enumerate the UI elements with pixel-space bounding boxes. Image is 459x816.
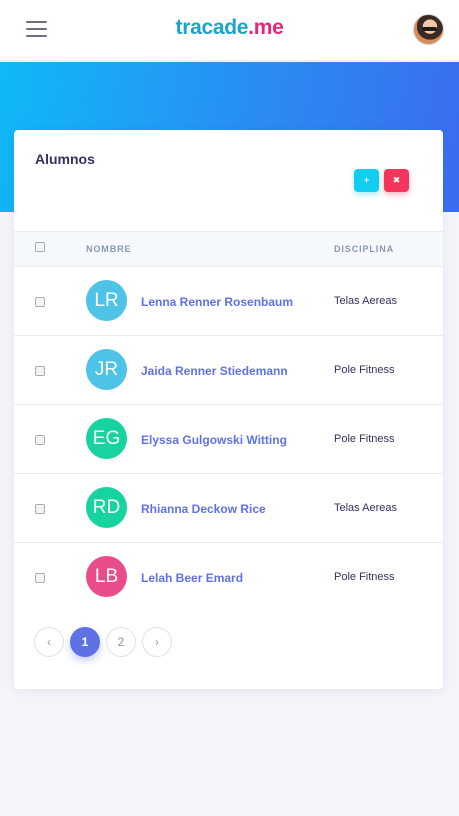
student-discipline: Pole Fitness — [334, 571, 395, 583]
brand-domain: .me — [248, 16, 284, 39]
table-row: RD Rhianna Deckow Rice Telas Aereas — [14, 474, 443, 543]
table-header: NOMBRE DISCIPLINA — [14, 231, 443, 267]
add-student-button[interactable]: + — [354, 169, 379, 192]
student-avatar: RD — [86, 487, 127, 528]
top-navbar: tracade.me — [0, 0, 459, 61]
row-checkbox[interactable] — [35, 297, 45, 307]
student-discipline: Telas Aereas — [334, 502, 397, 514]
pagination-page-1[interactable]: 1 — [70, 627, 100, 657]
select-all-checkbox[interactable] — [35, 242, 45, 252]
student-avatar: EG — [86, 418, 127, 459]
student-name-link[interactable]: Jaida Renner Stiedemann — [141, 364, 288, 378]
brand-name: tracade — [175, 16, 249, 39]
row-checkbox[interactable] — [35, 573, 45, 583]
student-name-link[interactable]: Lelah Beer Emard — [141, 571, 243, 585]
table-row: JR Jaida Renner Stiedemann Pole Fitness — [14, 336, 443, 405]
column-header-nombre[interactable]: NOMBRE — [86, 244, 131, 254]
pagination-prev-button[interactable]: ‹ — [34, 627, 64, 657]
pagination-page-2[interactable]: 2 — [106, 627, 136, 657]
student-avatar: LB — [86, 556, 127, 597]
user-avatar[interactable] — [413, 14, 444, 45]
table-row: LB Lelah Beer Emard Pole Fitness — [14, 543, 443, 612]
student-name-link[interactable]: Lenna Renner Rosenbaum — [141, 295, 293, 309]
brand-logo[interactable]: tracade.me — [0, 16, 459, 40]
column-header-disciplina[interactable]: DISCIPLINA — [334, 244, 394, 254]
row-checkbox[interactable] — [35, 435, 45, 445]
student-avatar: LR — [86, 280, 127, 321]
row-checkbox[interactable] — [35, 366, 45, 376]
pagination-next-button[interactable]: › — [142, 627, 172, 657]
student-discipline: Pole Fitness — [334, 364, 395, 376]
delete-student-button[interactable]: ✖ — [384, 169, 409, 192]
student-avatar: JR — [86, 349, 127, 390]
table-row: EG Elyssa Gulgowski Witting Pole Fitness — [14, 405, 443, 474]
student-name-link[interactable]: Rhianna Deckow Rice — [141, 502, 266, 516]
table-row: LR Lenna Renner Rosenbaum Telas Aereas — [14, 267, 443, 336]
student-discipline: Telas Aereas — [334, 295, 397, 307]
students-card: Alumnos + ✖ NOMBRE DISCIPLINA LR Lenna R… — [14, 130, 443, 689]
card-title: Alumnos — [35, 151, 95, 167]
student-discipline: Pole Fitness — [334, 433, 395, 445]
student-name-link[interactable]: Elyssa Gulgowski Witting — [141, 433, 287, 447]
row-checkbox[interactable] — [35, 504, 45, 514]
